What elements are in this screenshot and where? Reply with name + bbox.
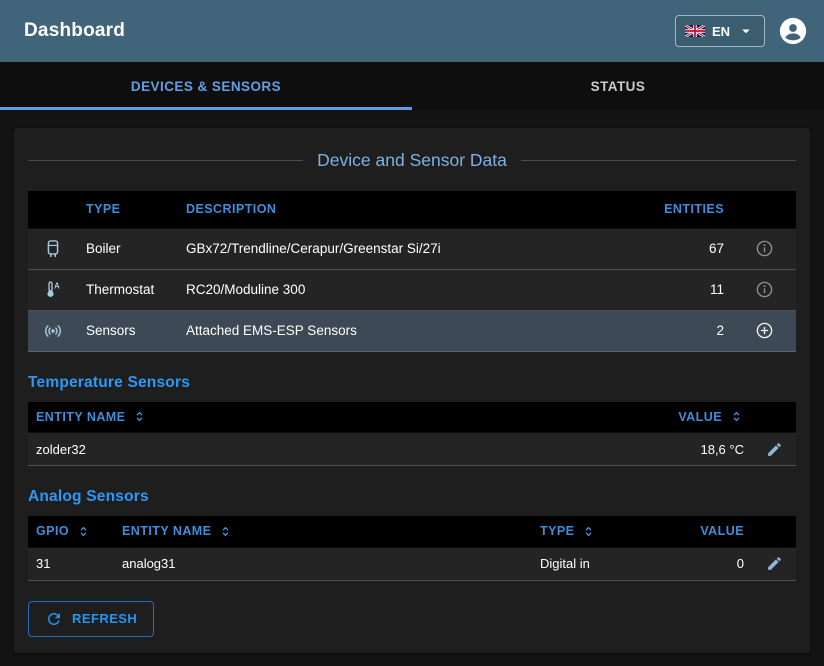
language-code: EN [712,25,730,38]
card-title-divider: Device and Sensor Data [28,150,796,171]
col-gpio-header: GPIO [28,516,114,547]
temperature-sensor-row[interactable]: zolder32 18,6 °C [28,433,796,466]
info-icon[interactable] [755,239,774,258]
sort-icon[interactable] [218,524,233,539]
analog-sensors-table: GPIO ENTITY NAME [28,516,796,581]
device-type: Boiler [78,228,178,269]
analog-table-header-row: GPIO ENTITY NAME [28,516,796,547]
col-value-header: VALUE [687,516,752,547]
refresh-button[interactable]: REFRESH [28,601,154,637]
sensor-entity-name: zolder32 [28,433,632,466]
tab-devices-sensors[interactable]: DEVICES & SENSORS [0,62,412,110]
sort-icon[interactable] [729,409,744,424]
divider-line [28,160,303,161]
sensor-value: 18,6 °C [632,433,752,466]
refresh-icon [45,610,63,628]
col-icon-header [28,191,78,228]
appbar-actions: EN [675,15,808,47]
col-edit-header [752,402,796,433]
add-circle-icon[interactable] [755,321,774,340]
device-entities-count: 2 [642,310,732,351]
device-description: Attached EMS-ESP Sensors [178,310,642,351]
analog-sensors-heading: Analog Sensors [28,488,796,506]
col-type-header: TYPE [78,191,178,228]
chevron-down-icon [737,22,755,40]
svg-text:A: A [54,281,60,290]
device-type: Sensors [78,310,178,351]
device-description: RC20/Moduline 300 [178,269,642,310]
refresh-button-label: REFRESH [72,612,137,625]
device-description: GBx72/Trendline/Cerapur/Greenstar Si/27i [178,228,642,269]
col-value-header: VALUE [632,402,752,433]
account-button[interactable] [778,16,808,46]
sensor-gpio: 31 [28,547,114,580]
device-entities-count: 67 [642,228,732,269]
tab-bar: DEVICES & SENSORS STATUS [0,62,824,110]
sensor-type: Digital in [532,547,687,580]
dashboard-card: Device and Sensor Data TYPE DESCRIPTION … [14,128,810,653]
temperature-sensors-table: ENTITY NAME VALUE [28,402,796,467]
tab-status[interactable]: STATUS [412,62,824,110]
col-action-header [732,191,796,228]
edit-icon[interactable] [766,441,783,458]
divider-line [521,160,796,161]
col-entity-name-header: ENTITY NAME [114,516,532,547]
account-circle-icon [778,16,808,46]
device-row-sensors[interactable]: Sensors Attached EMS-ESP Sensors 2 [28,310,796,351]
device-table-header-row: TYPE DESCRIPTION ENTITIES [28,191,796,228]
active-tab-indicator [0,107,412,110]
device-row-thermostat[interactable]: A Thermostat RC20/Moduline 300 11 [28,269,796,310]
language-selector[interactable]: EN [675,15,765,47]
info-icon[interactable] [755,280,774,299]
app-root: Dashboard EN [0,0,824,653]
device-type: Thermostat [78,269,178,310]
page-title: Dashboard [24,20,125,42]
sort-icon[interactable] [581,524,596,539]
boiler-icon [42,238,64,260]
main-content: Device and Sensor Data TYPE DESCRIPTION … [0,110,824,653]
device-entities-count: 11 [642,269,732,310]
card-title: Device and Sensor Data [317,150,507,171]
col-entity-name-header: ENTITY NAME [28,402,632,433]
col-description-header: DESCRIPTION [178,191,642,228]
app-header: Dashboard EN [0,0,824,62]
sensor-value: 0 [687,547,752,580]
uk-flag-icon [685,25,705,37]
thermostat-auto-icon: A [42,279,64,301]
col-entities-header: ENTITIES [642,191,732,228]
sort-icon[interactable] [132,409,147,424]
analog-sensor-row[interactable]: 31 analog31 Digital in 0 [28,547,796,580]
device-row-boiler[interactable]: Boiler GBx72/Trendline/Cerapur/Greenstar… [28,228,796,269]
temperature-sensors-heading: Temperature Sensors [28,374,796,392]
sensor-entity-name: analog31 [114,547,532,580]
col-edit-header [752,516,796,547]
edit-icon[interactable] [766,555,783,572]
device-table: TYPE DESCRIPTION ENTITIES [28,191,796,352]
col-type-header: TYPE [532,516,687,547]
temperature-table-header-row: ENTITY NAME VALUE [28,402,796,433]
sensors-icon [42,320,64,342]
sort-icon[interactable] [76,524,91,539]
